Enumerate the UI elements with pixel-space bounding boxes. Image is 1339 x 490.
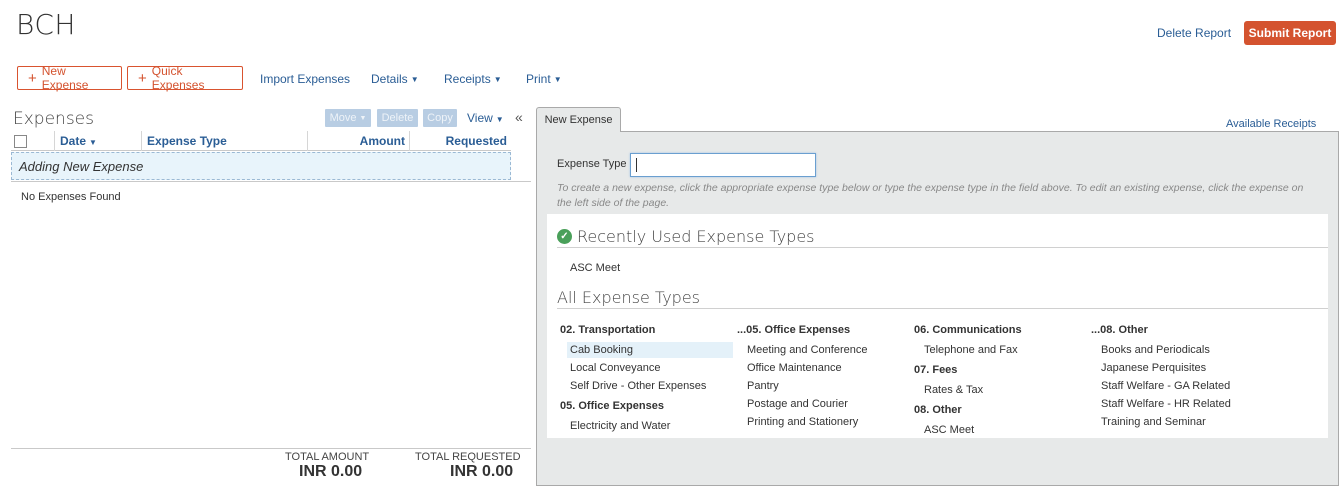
category-other-cont: ...08. Other (1091, 324, 1148, 336)
caret-down-icon: ▼ (359, 114, 367, 122)
details-label: Details (371, 72, 408, 86)
report-title: BCH (16, 8, 76, 41)
category-communications: 06. Communications (914, 324, 1022, 336)
category-transportation: 02. Transportation (560, 324, 656, 336)
expense-type-item[interactable]: Meeting and Conference (747, 344, 867, 356)
divider (557, 308, 1328, 309)
expense-type-label: Expense Type (557, 158, 627, 170)
totals-divider (11, 448, 531, 449)
receipts-label: Receipts (444, 72, 491, 86)
category-other: 08. Other (914, 404, 962, 416)
expense-type-item[interactable]: Office Maintenance (747, 362, 842, 374)
divider (557, 247, 1328, 248)
check-circle-icon: ✓ (557, 229, 572, 244)
view-label: View (467, 111, 493, 125)
receipts-menu[interactable]: Receipts ▼ (444, 72, 502, 86)
submit-report-button[interactable]: Submit Report (1244, 21, 1336, 45)
column-separator (409, 131, 410, 151)
total-requested-value: INR 0.00 (450, 463, 514, 480)
total-amount-value: INR 0.00 (299, 463, 363, 480)
delete-report-link[interactable]: Delete Report (1157, 26, 1231, 40)
empty-state-text: No Expenses Found (21, 191, 121, 203)
new-expense-label: New Expense (41, 64, 89, 92)
adding-expense-row[interactable]: Adding New Expense (11, 152, 511, 180)
expense-type-item[interactable]: Rates & Tax (924, 384, 983, 396)
expense-type-item[interactable]: Cab Booking (567, 342, 733, 358)
caret-down-icon: ▼ (495, 115, 504, 124)
move-button[interactable]: Move ▼ (325, 109, 371, 127)
details-menu[interactable]: Details ▼ (371, 72, 419, 86)
date-column-header[interactable]: Date ▼ (60, 134, 97, 148)
plus-icon: + (138, 69, 147, 87)
new-expense-button[interactable]: + New Expense (17, 64, 122, 92)
expense-type-item[interactable]: Postage and Courier (747, 398, 848, 410)
expense-type-item[interactable]: Staff Welfare - GA Related (1101, 380, 1230, 392)
column-separator (54, 131, 55, 151)
divider (11, 181, 531, 182)
collapse-panel-icon[interactable]: « (515, 109, 523, 125)
total-amount-label: TOTAL AMOUNT (285, 451, 370, 463)
expense-type-item[interactable]: Printing and Stationery (747, 416, 858, 428)
caret-down-icon: ▼ (553, 75, 562, 84)
import-expenses-link[interactable]: Import Expenses (260, 72, 350, 86)
sort-down-icon: ▼ (89, 138, 97, 147)
expense-type-item[interactable]: Telephone and Fax (924, 344, 1018, 356)
quick-expenses-label: Quick Expenses (151, 64, 205, 92)
all-types-heading: All Expense Types (557, 288, 700, 307)
expenses-grid-header: Date ▼ Expense Type Amount Requested (11, 131, 511, 151)
amount-column-header[interactable]: Amount (360, 134, 405, 148)
expense-type-item[interactable]: Electricity and Water (570, 420, 670, 432)
expense-type-item[interactable]: Staff Welfare - HR Related (1101, 398, 1231, 410)
category-fees: 07. Fees (914, 364, 958, 376)
expense-type-item[interactable]: Local Conveyance (570, 362, 661, 374)
expenses-heading: Expenses (13, 109, 94, 129)
recent-type-item[interactable]: ASC Meet (570, 262, 620, 274)
expense-type-item[interactable]: Training and Seminar (1101, 416, 1206, 428)
copy-button[interactable]: Copy (423, 109, 457, 127)
available-receipts-link[interactable]: Available Receipts (1226, 118, 1316, 130)
expense-type-column-header[interactable]: Expense Type (147, 134, 227, 148)
category-office-expenses: 05. Office Expenses (560, 400, 664, 412)
category-office-expenses-cont: ...05. Office Expenses (737, 324, 851, 336)
total-requested-label: TOTAL REQUESTED (415, 451, 521, 463)
view-menu[interactable]: View ▼ (467, 111, 504, 125)
tab-new-expense[interactable]: New Expense (536, 107, 621, 132)
plus-icon: + (28, 69, 37, 87)
delete-button[interactable]: Delete (377, 109, 418, 127)
expense-type-item[interactable]: Books and Periodicals (1101, 344, 1210, 356)
requested-column-header[interactable]: Requested (446, 134, 507, 148)
expense-type-item[interactable]: Japanese Perquisites (1101, 362, 1206, 374)
column-separator (141, 131, 142, 151)
instruction-text: To create a new expense, click the appro… (557, 182, 1304, 209)
caret-down-icon: ▼ (410, 75, 419, 84)
expense-type-item[interactable]: ASC Meet (924, 424, 974, 436)
adding-expense-label: Adding New Expense (19, 159, 144, 174)
print-label: Print (526, 72, 551, 86)
expense-type-input[interactable] (630, 153, 816, 177)
caret-down-icon: ▼ (493, 75, 502, 84)
recent-types-heading: Recently Used Expense Types (577, 227, 815, 246)
date-header-label: Date (60, 134, 87, 148)
column-separator (307, 131, 308, 151)
expense-type-item[interactable]: Pantry (747, 380, 779, 392)
quick-expenses-button[interactable]: + Quick Expenses (127, 64, 243, 92)
move-label: Move (329, 112, 357, 124)
expense-type-item[interactable]: Self Drive - Other Expenses (570, 380, 706, 392)
text-cursor (636, 158, 637, 172)
print-menu[interactable]: Print ▼ (526, 72, 562, 86)
